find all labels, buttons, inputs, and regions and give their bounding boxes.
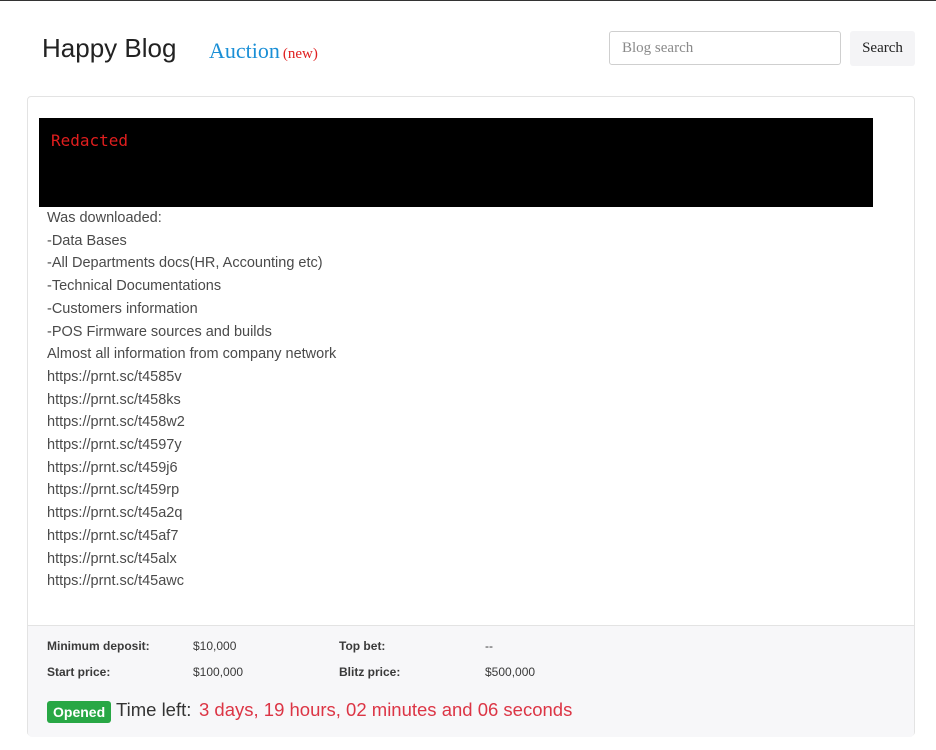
new-badge: (new): [282, 46, 318, 62]
min-deposit-label: Minimum deposit:: [47, 639, 150, 653]
post-line: -Technical Documentations: [47, 278, 222, 295]
top-bet-value: --: [485, 639, 493, 653]
site-brand[interactable]: Happy Blog: [42, 33, 176, 64]
post-line: Almost all information from company netw…: [47, 346, 337, 363]
screenshot-link: https://prnt.sc/t45af7: [47, 527, 179, 544]
auction-link-label[interactable]: Auction: [209, 38, 280, 63]
auction-footer: Minimum deposit: $10,000 Top bet: -- Sta…: [28, 625, 914, 737]
screenshot-link: https://prnt.sc/t4597y: [47, 437, 182, 454]
blitz-price-value: $500,000: [485, 665, 536, 679]
post-card: Redacted Was downloaded: -Data Bases -Al…: [27, 96, 915, 737]
screenshot-link: https://prnt.sc/t45a2q: [47, 505, 183, 522]
screenshot-link: https://prnt.sc/t45awc: [47, 573, 185, 590]
screenshot-link: https://prnt.sc/t4585v: [47, 368, 182, 385]
top-bet-label: Top bet:: [339, 639, 386, 653]
blitz-price-label: Blitz price:: [339, 665, 401, 679]
blog-search-input[interactable]: [609, 31, 841, 65]
screenshot-link: https://prnt.sc/t45alx: [47, 550, 177, 567]
start-price-label: Start price:: [47, 665, 111, 679]
post-line: Was downloaded:: [47, 210, 162, 226]
start-price-value: $100,000: [193, 665, 244, 679]
screenshot-link: https://prnt.sc/t459rp: [47, 482, 180, 499]
screenshot-link: https://prnt.sc/t458w2: [47, 414, 185, 431]
min-deposit-value: $10,000: [193, 639, 237, 653]
redacted-label: Redacted: [51, 131, 129, 150]
search-button[interactable]: Search: [850, 31, 915, 66]
post-body: Was downloaded: -Data Bases -All Departm…: [47, 207, 336, 593]
status-badge: Opened: [47, 701, 112, 723]
post-line: -Customers information: [47, 300, 198, 317]
post-line: -POS Firmware sources and builds: [47, 323, 272, 340]
screenshot-link: https://prnt.sc/t458ks: [47, 391, 181, 408]
time-left-label: Time left:: [116, 699, 192, 720]
screenshot-link: https://prnt.sc/t459j6: [47, 459, 178, 476]
post-line: -All Departments docs(HR, Accounting etc…: [47, 255, 323, 272]
post-line: -Data Bases: [47, 232, 127, 249]
auction-link[interactable]: Auction (new): [209, 38, 318, 64]
countdown-timer: 3 days, 19 hours, 02 minutes and 06 seco…: [199, 699, 573, 720]
redacted-banner: Redacted: [39, 118, 873, 207]
